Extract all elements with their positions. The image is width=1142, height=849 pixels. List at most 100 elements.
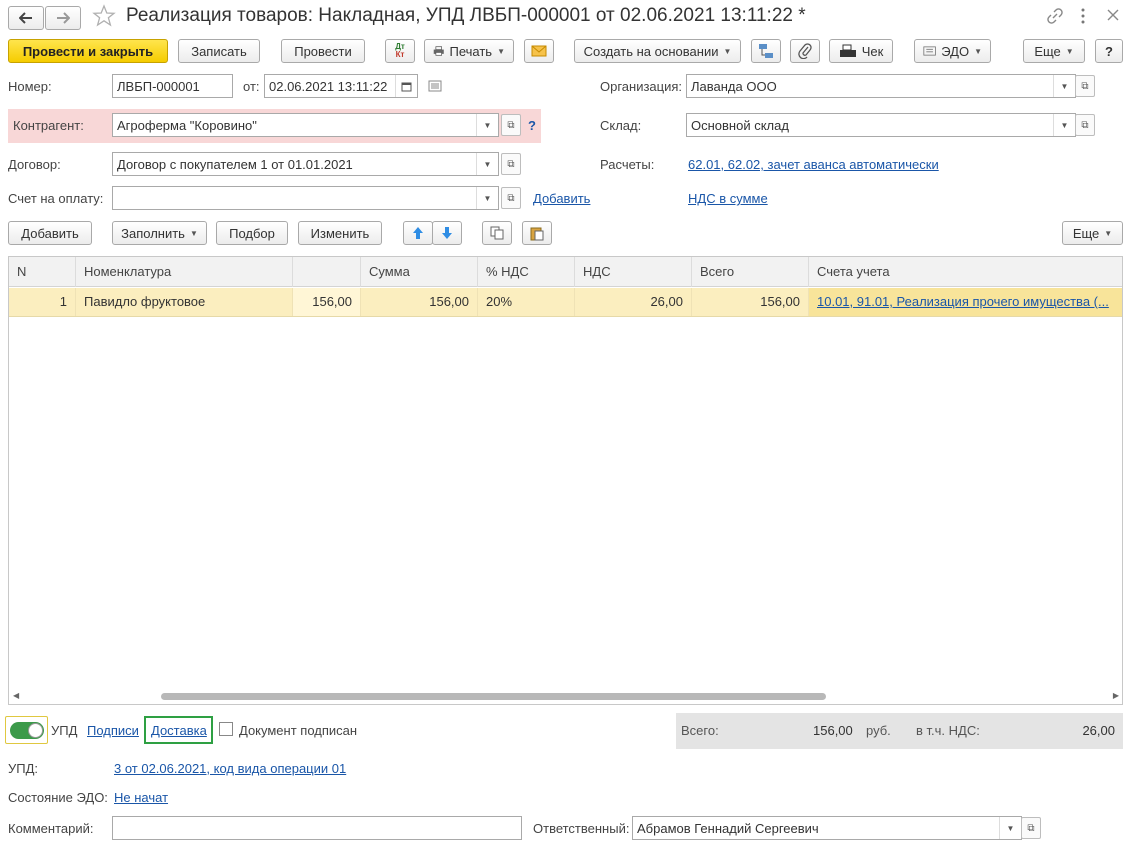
move-down-button[interactable] — [432, 221, 462, 245]
list-icon[interactable] — [428, 80, 442, 95]
move-up-button[interactable] — [403, 221, 433, 245]
row-sum[interactable]: 156,00 — [361, 288, 478, 316]
column-header-n[interactable]: N — [9, 257, 76, 287]
total-value: 156,00 — [813, 723, 853, 738]
column-header-total[interactable]: Всего — [692, 257, 809, 287]
date-value: 02.06.2021 13:11:22 — [269, 78, 388, 94]
table-fill-button[interactable]: Заполнить ▼ — [112, 221, 207, 245]
contract-field[interactable]: Договор с покупателем 1 от 01.01.2021 ▼ — [112, 152, 499, 176]
number-field[interactable]: ЛВБП-000001 — [112, 74, 233, 98]
scroll-right-icon[interactable]: ▶ — [1113, 691, 1119, 700]
chevron-down-icon: ▼ — [974, 46, 982, 56]
create-based-on-label: Создать на основании — [583, 43, 719, 59]
open-contract-icon[interactable]: ⧉ — [501, 153, 521, 175]
row-vat-rate[interactable]: 20% — [478, 288, 575, 316]
row-accounts[interactable]: 10.01, 91.01, Реализация прочего имущест… — [809, 288, 1122, 316]
scrollbar-thumb[interactable] — [161, 693, 826, 700]
attach-button[interactable] — [790, 39, 820, 63]
more-vertical-icon[interactable] — [1078, 7, 1088, 28]
upd-label: УПД: — [8, 761, 39, 776]
save-button[interactable]: Записать — [178, 39, 260, 63]
row-total[interactable]: 156,00 — [692, 288, 809, 316]
open-responsible-icon[interactable]: ⧉ — [1021, 817, 1041, 839]
edo-button[interactable]: ЭДО ▼ — [914, 39, 991, 63]
open-contractor-icon[interactable]: ⧉ — [501, 114, 521, 136]
settlements-link[interactable]: 62.01, 62.02, зачет аванса автоматически — [688, 157, 939, 172]
responsible-label: Ответственный: — [533, 821, 630, 836]
date-field[interactable]: 02.06.2021 13:11:22 — [264, 74, 418, 98]
invoice-add-link[interactable]: Добавить — [533, 191, 590, 206]
copy-row-button[interactable] — [482, 221, 512, 245]
responsible-field[interactable]: Абрамов Геннадий Сергеевич ▼ — [632, 816, 1022, 840]
upd-link[interactable]: 3 от 02.06.2021, код вида операции 01 — [114, 761, 346, 776]
open-invoice-icon[interactable]: ⧉ — [501, 187, 521, 209]
table-add-button[interactable]: Добавить — [8, 221, 92, 245]
chevron-down-icon: ▼ — [1104, 228, 1113, 238]
invoice-field[interactable]: ▼ — [112, 186, 499, 210]
contract-value: Договор с покупателем 1 от 01.01.2021 — [117, 156, 353, 172]
organization-value: Лаванда ООО — [691, 78, 777, 94]
arrow-up-icon — [413, 227, 423, 239]
row-quantity[interactable]: 156,00 — [293, 288, 361, 316]
column-header-vat-rate[interactable]: % НДС — [478, 257, 575, 287]
organization-label: Организация: — [600, 79, 683, 94]
edo-icon — [923, 46, 936, 56]
chevron-down-icon[interactable]: ▼ — [1053, 75, 1075, 97]
receipt-button[interactable]: Чек — [829, 39, 893, 63]
window-title: Реализация товаров: Накладная, УПД ЛВБП-… — [126, 5, 806, 26]
dtkt-button[interactable]: Дт Кт — [385, 39, 415, 63]
comment-field[interactable] — [112, 816, 522, 840]
receipt-label: Чек — [861, 43, 884, 59]
column-header-qty[interactable] — [293, 257, 361, 287]
signatures-link[interactable]: Подписи — [87, 723, 139, 738]
row-accounts-link[interactable]: 10.01, 91.01, Реализация прочего имущест… — [817, 294, 1109, 309]
favorite-star-icon[interactable] — [92, 4, 116, 31]
table-row[interactable]: 1 Павидло фруктовое 156,00 156,00 20% 26… — [9, 288, 1122, 317]
upd-toggle[interactable] — [10, 722, 44, 739]
more-button[interactable]: Еще ▼ — [1023, 39, 1085, 63]
contractor-help-icon[interactable]: ? — [528, 118, 536, 133]
delivery-link[interactable]: Доставка — [151, 723, 207, 738]
chevron-down-icon[interactable]: ▼ — [476, 153, 498, 175]
warehouse-field[interactable]: Основной склад ▼ — [686, 113, 1076, 137]
open-organization-icon[interactable]: ⧉ — [1075, 75, 1095, 97]
table-select-button[interactable]: Подбор — [216, 221, 288, 245]
edo-state-link[interactable]: Не начат — [114, 790, 168, 805]
row-item[interactable]: Павидло фруктовое — [76, 288, 293, 316]
column-header-accounts[interactable]: Счета учета — [809, 257, 1122, 287]
table-change-button[interactable]: Изменить — [298, 221, 382, 245]
structure-button[interactable] — [751, 39, 781, 63]
chevron-down-icon[interactable]: ▼ — [476, 114, 498, 136]
post-and-close-button[interactable]: Провести и закрыть — [8, 39, 168, 63]
horizontal-scrollbar[interactable]: ◀ ▶ — [13, 691, 1119, 700]
chevron-down-icon[interactable]: ▼ — [476, 187, 498, 209]
link-icon[interactable] — [1046, 7, 1064, 28]
paste-row-button[interactable] — [522, 221, 552, 245]
open-warehouse-icon[interactable]: ⧉ — [1075, 114, 1095, 136]
vat-mode-link[interactable]: НДС в сумме — [688, 191, 768, 206]
table-header: N Номенклатура Сумма % НДС НДС Всего Сче… — [9, 257, 1122, 287]
column-header-vat[interactable]: НДС — [575, 257, 692, 287]
close-icon[interactable] — [1106, 8, 1120, 25]
help-button[interactable]: ? — [1095, 39, 1123, 63]
column-header-sum[interactable]: Сумма — [361, 257, 478, 287]
total-label: Всего: — [681, 723, 719, 738]
contractor-field[interactable]: Агроферма "Коровино" ▼ — [112, 113, 499, 137]
organization-field[interactable]: Лаванда ООО ▼ — [686, 74, 1076, 98]
chevron-down-icon: ▼ — [497, 46, 505, 56]
document-signed-checkbox[interactable] — [219, 722, 233, 736]
chevron-down-icon[interactable]: ▼ — [999, 817, 1021, 839]
create-based-on-button[interactable]: Создать на основании ▼ — [574, 39, 741, 63]
print-button[interactable]: Печать ▼ — [424, 39, 514, 63]
back-button[interactable] — [8, 6, 44, 30]
email-button[interactable] — [524, 39, 554, 63]
goods-table[interactable]: N Номенклатура Сумма % НДС НДС Всего Сче… — [8, 256, 1123, 705]
post-button[interactable]: Провести — [281, 39, 365, 63]
forward-button[interactable] — [45, 6, 81, 30]
table-more-button[interactable]: Еще ▼ — [1062, 221, 1123, 245]
scroll-left-icon[interactable]: ◀ — [13, 691, 19, 700]
row-vat[interactable]: 26,00 — [575, 288, 692, 316]
column-header-item[interactable]: Номенклатура — [76, 257, 293, 287]
chevron-down-icon[interactable]: ▼ — [1053, 114, 1075, 136]
calendar-icon[interactable] — [395, 75, 417, 97]
